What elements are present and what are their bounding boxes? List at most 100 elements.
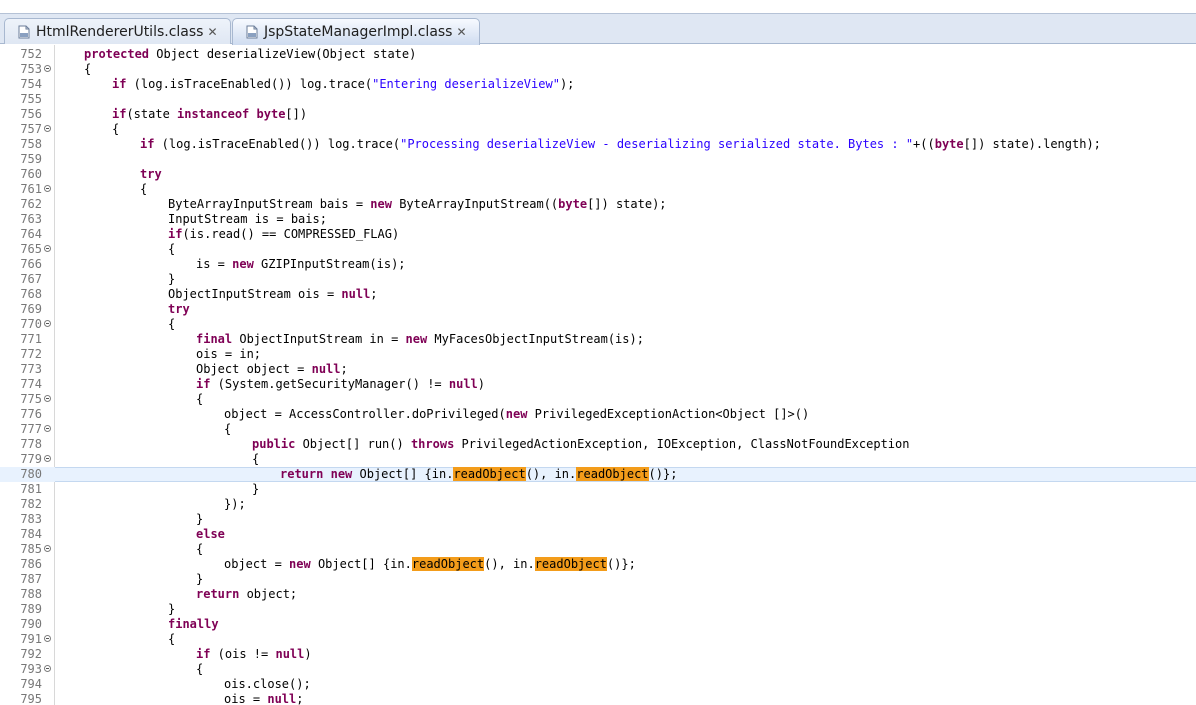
code-line[interactable]: 786 object = new Object[] {in.readObject(… (0, 557, 1196, 572)
line-number: 787 (20, 572, 42, 586)
code-line[interactable]: 787} (0, 572, 1196, 587)
keyword-token: public (252, 437, 296, 451)
code-text: finally (168, 617, 219, 632)
keyword-token: null (448, 377, 478, 391)
code-line[interactable]: 769 try (0, 302, 1196, 317)
code-line[interactable]: 754 if (log.isTraceEnabled()) log.trace("… (0, 77, 1196, 92)
code-line[interactable]: 764 if(is.read() == COMPRESSED_FLAG) (0, 227, 1196, 242)
code-text: ois = null; (224, 692, 304, 705)
code-line[interactable]: 773 Object object = null; (0, 362, 1196, 377)
string-literal-token: "Processing deserializeView - deserializ… (400, 137, 914, 151)
code-line[interactable]: 776 object = AccessController.doPrivilege… (0, 407, 1196, 422)
fold-collapse-icon[interactable] (44, 125, 51, 132)
code-line[interactable]: 780 return new Object[] {in.readObject(),… (0, 467, 1196, 482)
fold-collapse-icon[interactable] (44, 320, 51, 327)
code-line[interactable]: 756 if(state instanceof byte[]) (0, 107, 1196, 122)
code-token: { (224, 422, 232, 436)
code-line[interactable]: 783} (0, 512, 1196, 527)
code-line[interactable]: 777 { (0, 422, 1196, 437)
code-line[interactable]: 757 { (0, 122, 1196, 137)
code-line[interactable]: 761 { (0, 182, 1196, 197)
code-line[interactable]: 755 (0, 92, 1196, 107)
code-line[interactable]: 758 if (log.isTraceEnabled()) log.trace("… (0, 137, 1196, 152)
code-line[interactable]: 768 ObjectInputStream ois = null; (0, 287, 1196, 302)
code-token: ByteArrayInputStream bais = (168, 197, 371, 211)
code-token: ois.close(); (224, 677, 311, 691)
line-number: 766 (20, 257, 42, 271)
code-line[interactable]: 791 { (0, 632, 1196, 647)
code-line[interactable]: 795 ois = null; (0, 692, 1196, 705)
code-text: } (252, 482, 259, 497)
fold-collapse-icon[interactable] (44, 635, 51, 642)
line-number: 780 (20, 467, 42, 481)
code-token: (log.isTraceEnabled()) log.trace( (126, 77, 373, 91)
fold-collapse-icon[interactable] (44, 425, 51, 432)
code-line[interactable]: 765 { (0, 242, 1196, 257)
code-editor[interactable]: 752 protected Object deserializeView(Obje… (0, 45, 1196, 705)
line-number: 756 (20, 107, 42, 121)
fold-collapse-icon[interactable] (44, 545, 51, 552)
code-line[interactable]: 789} (0, 602, 1196, 617)
code-line[interactable]: 775 { (0, 392, 1196, 407)
code-line[interactable]: 793 { (0, 662, 1196, 677)
code-token: (ois != (210, 647, 276, 661)
code-text: is = new GZIPInputStream(is); (196, 257, 406, 272)
close-icon[interactable]: ✕ (207, 26, 217, 38)
code-line[interactable]: 760 try (0, 167, 1196, 182)
code-line[interactable]: 788 return object; (0, 587, 1196, 602)
tab-html-renderer-utils[interactable]: HtmlRendererUtils.class ✕ (4, 18, 231, 44)
code-line[interactable]: 763 InputStream is = bais; (0, 212, 1196, 227)
keyword-token: if (140, 137, 155, 151)
code-token: { (140, 182, 148, 196)
fold-collapse-icon[interactable] (44, 455, 51, 462)
line-number: 784 (20, 527, 42, 541)
code-text: { (196, 392, 203, 407)
code-line[interactable]: 767} (0, 272, 1196, 287)
code-text: { (196, 542, 203, 557)
code-text: { (252, 452, 259, 467)
code-line[interactable]: 759 (0, 152, 1196, 167)
line-number: 777 (20, 422, 42, 436)
code-line[interactable]: 785 { (0, 542, 1196, 557)
code-line[interactable]: 762 ByteArrayInputStream bais = new ByteA… (0, 197, 1196, 212)
tab-jsp-state-manager-impl[interactable]: JspStateManagerImpl.class ✕ (232, 18, 480, 45)
code-token: GZIPInputStream(is); (253, 257, 406, 271)
code-line[interactable]: 790 finally (0, 617, 1196, 632)
code-text: { (196, 662, 203, 677)
code-line[interactable]: 752 protected Object deserializeView(Obje… (0, 47, 1196, 62)
code-line[interactable]: 771 final ObjectInputStream in = new MyFa… (0, 332, 1196, 347)
keyword-token: null (311, 362, 341, 376)
code-token: MyFacesObjectInputStream(is); (427, 332, 644, 346)
code-line[interactable]: 774 if (System.getSecurityManager() != nu… (0, 377, 1196, 392)
code-line[interactable]: 794 ois.close(); (0, 677, 1196, 692)
code-token: { (196, 662, 204, 676)
fold-collapse-icon[interactable] (44, 665, 51, 672)
class-file-icon (245, 25, 259, 39)
code-token: Object deserializeView(Object state) (149, 47, 417, 61)
code-line[interactable]: 779 { (0, 452, 1196, 467)
fold-collapse-icon[interactable] (44, 395, 51, 402)
code-line[interactable]: 770 { (0, 317, 1196, 332)
code-text: ByteArrayInputStream bais = new ByteArra… (168, 197, 667, 212)
code-line[interactable]: 772 ois = in; (0, 347, 1196, 362)
code-text: } (196, 512, 203, 527)
code-text: object = new Object[] {in.readObject(), … (224, 557, 636, 572)
code-line[interactable]: 781} (0, 482, 1196, 497)
keyword-token: throws (410, 437, 455, 451)
line-number: 755 (20, 92, 42, 106)
close-icon[interactable]: ✕ (456, 26, 466, 38)
fold-collapse-icon[interactable] (44, 245, 51, 252)
code-line[interactable]: 792 if (ois != null) (0, 647, 1196, 662)
code-line[interactable]: 784 else (0, 527, 1196, 542)
keyword-token: if (112, 77, 127, 91)
fold-collapse-icon[interactable] (44, 65, 51, 72)
fold-collapse-icon[interactable] (44, 185, 51, 192)
code-token: ) (304, 647, 312, 661)
code-line[interactable]: 778 public Object[] run() throws Privileg… (0, 437, 1196, 452)
code-line[interactable]: 766 is = new GZIPInputStream(is); (0, 257, 1196, 272)
code-lines: 752 protected Object deserializeView(Obje… (0, 47, 1196, 705)
code-line[interactable]: 753 { (0, 62, 1196, 77)
code-line[interactable]: 782}); (0, 497, 1196, 512)
line-number: 791 (20, 632, 42, 646)
